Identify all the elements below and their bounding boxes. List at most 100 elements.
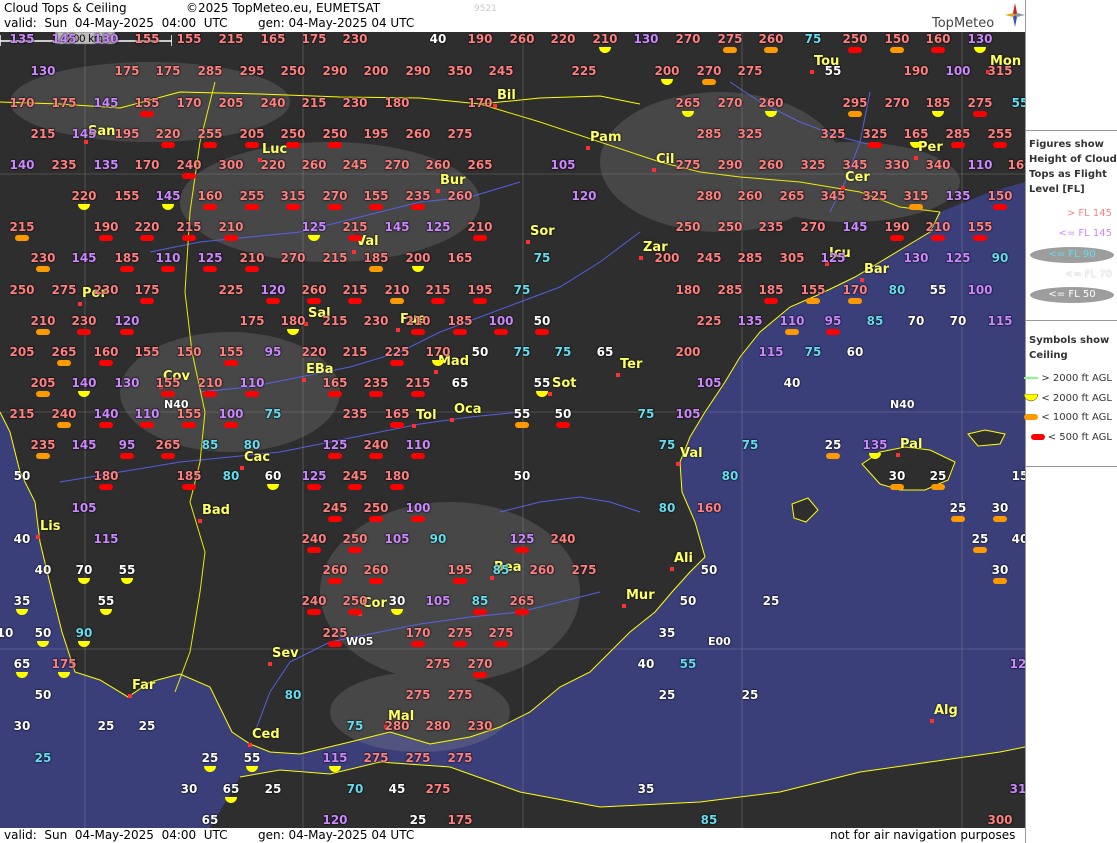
station-observation: 50 (549, 407, 577, 428)
station-observation: 260 (757, 96, 785, 117)
station-observation: 275 (404, 688, 432, 702)
station-observation: 265 (674, 96, 702, 117)
station-observation: 50 (29, 626, 57, 647)
cloud-top-value: 35 (658, 626, 676, 640)
cloud-top-value: 270 (717, 96, 743, 110)
cloud-top-value: 225 (696, 314, 722, 328)
ceiling-symbol-icon (203, 142, 217, 148)
cloud-top-value: 120 (260, 283, 286, 297)
cloud-top-value: 265 (779, 189, 805, 203)
station-observation: 295 (238, 64, 266, 78)
cloud-top-value: 90 (75, 626, 93, 640)
ceiling-symbol-icon (453, 329, 467, 335)
station-observation: 215 (341, 345, 369, 359)
cloud-top-value: 275 (675, 158, 701, 172)
ceiling-symbol-icon (515, 609, 529, 615)
station-observation: 80 (238, 438, 266, 452)
cloud-top-value: 255 (197, 127, 223, 141)
station-observation: 170 (424, 345, 452, 366)
station-observation: 75 (653, 438, 681, 452)
station-observation: 80 (279, 688, 307, 702)
ceiling-symbol-icon (369, 453, 383, 459)
ceiling-symbol-icon (328, 453, 342, 459)
city-marker (412, 424, 416, 428)
cloud-top-value: 230 (71, 314, 97, 328)
cloud-top-value: 75 (533, 251, 551, 265)
ceiling-symbol-icon (307, 609, 321, 615)
station-observation: 50 (695, 563, 723, 577)
ceiling-symbol-icon (245, 266, 259, 272)
station-observation: 260 (446, 189, 474, 203)
cloud-top-value: 260 (758, 32, 784, 46)
satellite-map[interactable]: 200 km N40 N40 W05 E00 Bil San Luc Pam Cil To… (0, 32, 1025, 828)
ceiling-symbol-icon (348, 298, 362, 304)
ceiling-symbol-icon (57, 422, 71, 428)
station-observation: 25 (133, 719, 161, 733)
city-marker (198, 519, 202, 523)
cloud-top-value: 175 (301, 32, 327, 46)
cloud-top-value: 50 (34, 688, 52, 702)
cloud-top-value: 175 (447, 813, 473, 827)
ceiling-symbol-icon (993, 142, 1007, 148)
cloud-top-value: 285 (696, 127, 722, 141)
station-observation: 345 (841, 158, 869, 172)
station-observation: 170 (466, 96, 494, 110)
cloud-top-value: 155 (218, 345, 244, 359)
station-observation: 160 (924, 32, 952, 53)
ceiling-symbol-icon (307, 484, 321, 490)
ceiling-symbol-icon (161, 142, 175, 148)
ceiling-symbol-icon (99, 422, 113, 428)
station-observation: 155 (175, 407, 203, 428)
ceiling-symbol-icon (77, 329, 91, 335)
cloud-top-value: 220 (550, 32, 576, 46)
ceiling-symbol-icon (535, 329, 549, 335)
station-observation: 260 (757, 32, 785, 53)
legend-fl-le70: <= FL 70 (1064, 269, 1112, 280)
cloud-top-value: 285 (197, 64, 223, 78)
ceiling-symbol-icon (36, 266, 50, 272)
cloud-top-value: 250 (717, 220, 743, 234)
station-observation: 155 (133, 32, 161, 46)
cloud-top-value: 80 (222, 469, 240, 483)
cloud-top-value: 115 (93, 532, 119, 546)
cloud-top-value: 95 (824, 314, 842, 328)
cloud-top-value: 55 (118, 563, 136, 577)
station-observation: 40 (778, 376, 806, 390)
cloud-top-value: 270 (467, 657, 493, 671)
cloud-top-value: 160 (1007, 158, 1025, 172)
cloud-top-value: 100 (488, 314, 514, 328)
station-observation: 210 (29, 314, 57, 335)
ceiling-symbol-icon (224, 422, 238, 428)
station-observation: 215 (321, 314, 349, 328)
cloud-top-value: 315 (280, 189, 306, 203)
cloud-top-value: 55 (243, 751, 261, 765)
station-observation: 325 (819, 127, 847, 141)
city-marker (436, 189, 440, 193)
cloud-top-value: 75 (513, 345, 531, 359)
cloud-top-value: 175 (51, 96, 77, 110)
cloud-top-value: 210 (218, 220, 244, 234)
cloud-top-value: 55 (97, 594, 115, 608)
cloud-top-value: 10 (0, 626, 14, 640)
cloud-top-value: 245 (322, 501, 348, 515)
cloud-top-value: 325 (862, 127, 888, 141)
station-observation: 75 (799, 345, 827, 359)
cloud-top-value: 60 (846, 345, 864, 359)
station-observation: 40 (29, 563, 57, 577)
cloud-top-value: 265 (675, 96, 701, 110)
ceiling-symbol-icon (390, 298, 404, 304)
cloud-top-value: 75 (658, 438, 676, 452)
city-marker (434, 370, 438, 374)
cloud-top-value: 25 (138, 719, 156, 733)
cloud-top-value: 100 (945, 64, 971, 78)
city-marker (248, 743, 252, 747)
city-marker (676, 462, 680, 466)
city-marker (396, 328, 400, 332)
station-observation: 50 (466, 345, 494, 359)
station-observation: 155 (362, 189, 390, 210)
ceiling-symbol-icon (993, 578, 1007, 584)
station-observation: 30 (883, 469, 911, 490)
footer-disclaimer: not for air navigation purposes (830, 828, 1016, 842)
cloud-top-value: 155 (134, 345, 160, 359)
station-observation: 12 (1004, 657, 1025, 671)
